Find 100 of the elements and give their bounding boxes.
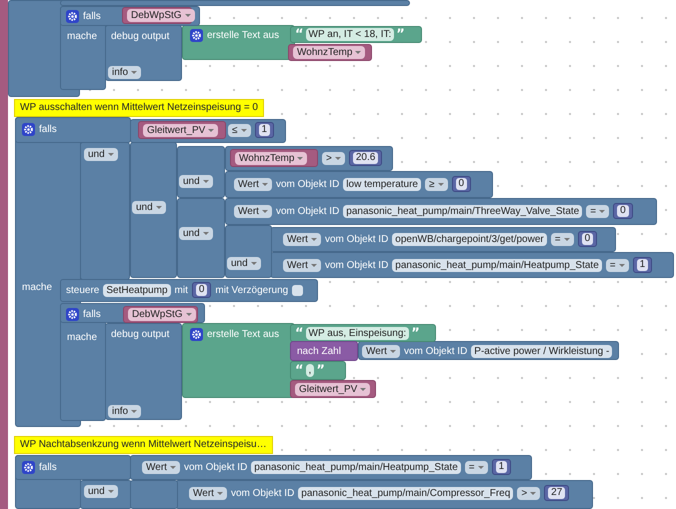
text-field[interactable]: WP aus, Einspeisung: (306, 326, 410, 340)
caret-icon (618, 264, 625, 266)
number-field[interactable]: 0 (613, 203, 633, 219)
block-label: vom Objekt ID (404, 344, 468, 358)
caret-icon (216, 492, 223, 494)
block-label: nach Zahl (297, 344, 341, 358)
gear-icon[interactable] (22, 122, 35, 136)
block-label: vom Objekt ID (276, 178, 340, 190)
caret-icon (131, 410, 138, 412)
caret-icon (297, 156, 304, 160)
comment-note: WP ausschalten wenn Mittelwert Netzeinspeisung = 0 (14, 99, 264, 117)
text-field[interactable]: openWB/chargepoint/3/get/power (392, 232, 547, 246)
quote-mark: “ (295, 364, 304, 376)
block-label: mit Verzögerung (215, 284, 288, 296)
caret-icon (262, 210, 268, 212)
caret-icon (250, 262, 257, 264)
number-field[interactable]: 27 (544, 485, 570, 501)
dropdown[interactable]: Wert (189, 486, 227, 500)
variable-dropdown[interactable]: WohnzTemp (293, 46, 366, 58)
caret-icon (184, 14, 191, 16)
block-label: erstelle Text aus (207, 28, 280, 42)
block-label: vom Objekt ID (276, 204, 340, 218)
block-label: mit (174, 284, 188, 296)
number-field[interactable]: 20.6 (348, 150, 382, 166)
dropdown[interactable]: und (179, 226, 213, 240)
caret-icon (355, 50, 362, 54)
number-field[interactable]: 1 (492, 459, 512, 475)
caret-icon (156, 206, 162, 208)
caret-icon (438, 182, 444, 186)
quote-mark: “ (295, 28, 304, 40)
number-field[interactable]: 0 (578, 231, 598, 247)
dropdown[interactable]: Wert (362, 344, 400, 358)
caret-icon (108, 152, 114, 156)
gear-icon[interactable] (66, 10, 79, 22)
text-field[interactable]: panasonic_heat_pump/main/ThreeWay_Valve_State (343, 204, 582, 218)
caret-icon (262, 182, 268, 186)
dropdown[interactable]: = (586, 204, 610, 218)
caret-icon (310, 264, 317, 266)
caret-icon (599, 210, 606, 212)
caret-icon (202, 180, 209, 182)
caret-icon (310, 238, 317, 240)
text-field[interactable]: WP an, IT < 18, IT: (306, 28, 394, 40)
dropdown[interactable]: und (132, 200, 166, 214)
number-field[interactable]: 0 (452, 176, 472, 192)
block-label: steuere (66, 284, 100, 296)
gear-icon[interactable] (22, 460, 35, 474)
gear-icon[interactable] (66, 308, 79, 320)
dropdown[interactable]: und (84, 484, 118, 498)
dropdown[interactable]: und (227, 256, 261, 270)
caret-icon (334, 156, 341, 160)
variable-dropdown[interactable]: WohnzTemp (235, 152, 308, 164)
dropdown[interactable]: und (179, 174, 213, 188)
quote-mark: ” (411, 326, 420, 340)
quote-mark: “ (295, 326, 304, 340)
variable-dropdown[interactable]: DebWpStG (127, 8, 195, 22)
block-label: mache (22, 280, 52, 294)
dropdown[interactable]: Wert (234, 204, 272, 218)
block-label: mache (67, 30, 98, 42)
dropdown[interactable]: info (108, 404, 142, 418)
caret-icon (208, 128, 214, 132)
dropdown[interactable]: ≥ (425, 178, 448, 190)
text-field[interactable]: SetHeatpump (103, 284, 171, 296)
block-label: falls (83, 10, 101, 22)
text-field[interactable]: P-active power / Wirkleistung - (471, 344, 612, 358)
block-label: vom Objekt ID (230, 486, 294, 500)
variable-dropdown[interactable]: DebWpStG (128, 308, 196, 320)
dropdown[interactable]: Wert (142, 460, 180, 474)
text-field[interactable]: panasonic_heat_pump/main/Compressor_Freq (298, 486, 514, 500)
dropdown[interactable]: Wert (283, 232, 321, 246)
dropdown[interactable]: info (108, 66, 142, 78)
variable-dropdown[interactable]: Gleitwert_PV (295, 382, 370, 396)
dropdown[interactable]: ≤ (228, 124, 250, 136)
caret-icon (360, 388, 366, 390)
dropdown[interactable]: und (84, 148, 118, 160)
quote-mark: ” (316, 364, 325, 376)
dropdown[interactable]: Wert (283, 258, 321, 272)
text-field[interactable]: low temperature (343, 178, 421, 190)
number-field[interactable]: 0 (192, 282, 212, 298)
gear-icon[interactable] (190, 28, 203, 42)
caret-icon (390, 350, 396, 352)
text-field[interactable]: panasonic_heat_pump/main/Heatpump_State (251, 460, 461, 474)
quote-mark: ” (396, 28, 405, 40)
caret-icon (170, 466, 176, 468)
dropdown[interactable]: > (322, 152, 345, 164)
number-field[interactable]: 1 (632, 257, 652, 273)
math-block (290, 341, 358, 361)
text-field[interactable]: panasonic_heat_pump/main/Heatpump_State (392, 258, 602, 272)
number-field[interactable]: 1 (254, 122, 274, 138)
block-label: vom Objekt ID (184, 460, 248, 474)
caret-icon (202, 232, 209, 234)
block-label: falls (39, 122, 57, 136)
caret-icon (240, 128, 246, 132)
dropdown[interactable]: > (517, 486, 540, 500)
variable-dropdown[interactable]: Gleitwert_PV (143, 124, 218, 136)
caret-icon (108, 490, 114, 492)
caret-icon (186, 312, 192, 316)
comment-note: WP Nachtabsenkzung wenn Mittelwert Netzeinspeisu… (14, 436, 273, 454)
caret-icon (530, 492, 536, 494)
gear-icon[interactable] (190, 328, 203, 340)
dropdown[interactable]: Wert (234, 178, 272, 190)
